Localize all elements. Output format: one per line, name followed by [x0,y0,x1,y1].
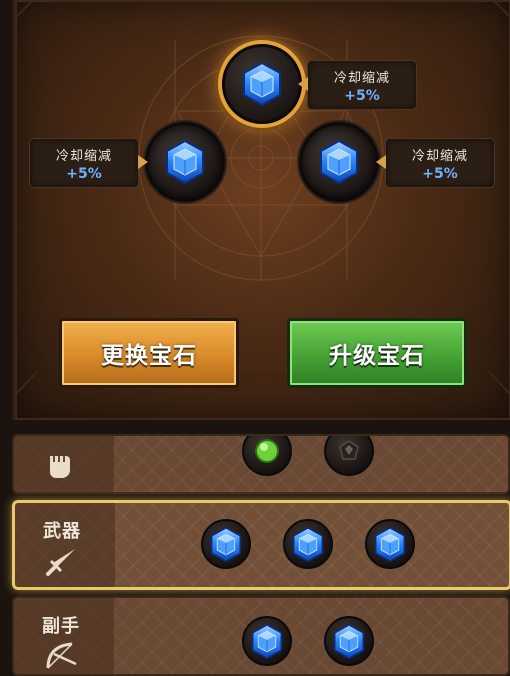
green-gem-icon [255,439,279,463]
gem-slot[interactable] [283,519,333,569]
replace-gem-button[interactable]: 更换宝石 [59,318,239,388]
tooltip-left: 冷却缩减 +5% [29,138,148,188]
blue-gem-icon [242,62,282,106]
tooltip-top: 冷却缩减 +5% [298,60,417,110]
blue-gem-icon [374,527,406,562]
blue-gem-icon [333,624,365,659]
equipment-list[interactable]: 武器 副手 [0,420,510,676]
row-label: 副手 [14,598,114,674]
gem-slot[interactable] [242,616,292,666]
equipment-row-offhand[interactable]: 副手 [12,596,510,676]
gem-slot[interactable] [242,436,292,476]
sword-icon [46,549,75,576]
gem-socket-panel: 冷却缩减 +5% 冷却缩减 +5% 冷却缩减 +5% 更换宝石 升级宝石 [12,0,510,423]
tooltip-arrow-icon [298,77,308,91]
blue-gem-icon [251,624,283,659]
gem-slot[interactable] [365,519,415,569]
gem-slot[interactable] [324,436,374,476]
upgrade-gem-button[interactable]: 升级宝石 [287,318,467,388]
fist-icon [50,456,70,478]
tooltip-value: +5% [66,166,102,182]
row-name: 副手 [42,616,80,637]
row-name: 武器 [43,521,81,542]
tooltip-stat: 冷却缩减 [55,149,112,164]
gem-slot-top[interactable] [222,44,302,124]
gem-slot-left[interactable] [145,122,225,202]
equipment-row-weapon[interactable]: 武器 [12,500,510,590]
dark-gem-icon [339,440,359,460]
gem-slot-right[interactable] [299,122,379,202]
blue-gem-icon [165,140,205,184]
tooltip-stat: 冷却缩减 [411,149,468,164]
blue-gem-icon [319,140,359,184]
gem-slot[interactable] [324,616,374,666]
tooltip-value: +5% [422,166,458,182]
tooltip-right: 冷却缩减 +5% [376,138,495,188]
row-label [14,436,114,492]
tooltip-value: +5% [344,88,380,104]
gem-slot[interactable] [201,519,251,569]
row-label: 武器 [15,503,115,587]
blue-gem-icon [210,527,242,562]
tooltip-stat: 冷却缩减 [333,71,390,86]
tooltip-arrow-icon [138,155,148,169]
blue-gem-icon [292,527,324,562]
tooltip-arrow-icon [376,155,386,169]
equipment-row-fist[interactable] [12,434,510,494]
